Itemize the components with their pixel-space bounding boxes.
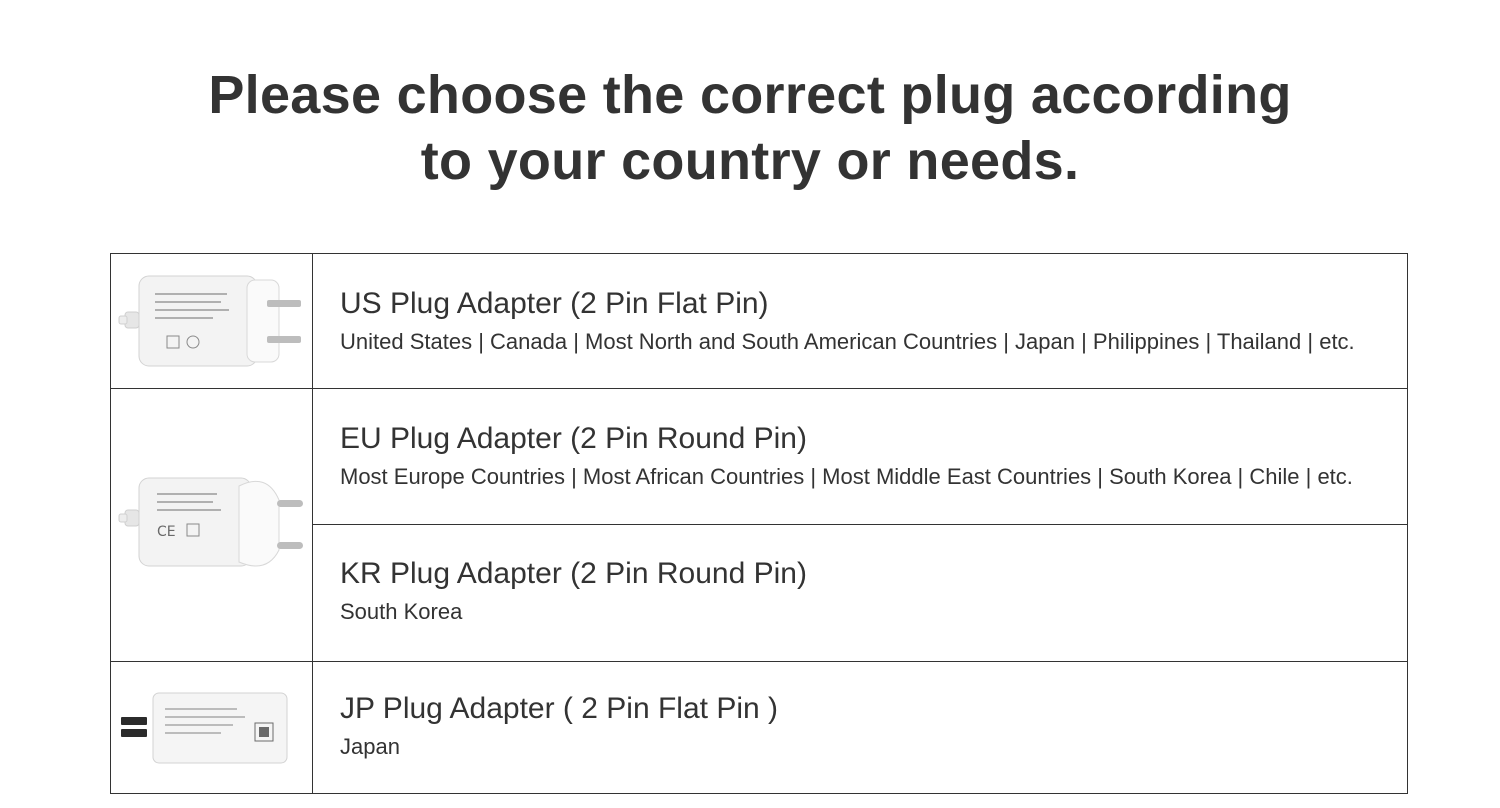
us-plug-adapter-photo — [118, 275, 301, 367]
plug-title: KR Plug Adapter (2 Pin Round Pin) — [340, 557, 807, 590]
jp-plug-adapter-photo — [120, 692, 287, 763]
plug-title: EU Plug Adapter (2 Pin Round Pin) — [340, 422, 807, 455]
svg-text:CE: CE — [157, 524, 176, 540]
plug-row-eu: EU Plug Adapter (2 Pin Round Pin) Most E… — [340, 421, 1390, 491]
plug-row-jp: JP Plug Adapter ( 2 Pin Flat Pin ) Japan — [340, 691, 1390, 761]
jp-plug-image-cell — [111, 662, 312, 793]
row-divider-2 — [312, 524, 1407, 525]
us-plug-image-cell — [111, 254, 312, 388]
eu-kr-plug-image-cell: CE — [111, 389, 312, 661]
headline-line-2: to your country or needs. — [420, 131, 1080, 191]
plug-title: JP Plug Adapter ( 2 Pin Flat Pin ) — [340, 692, 779, 725]
plug-row-us: US Plug Adapter (2 Pin Flat Pin) United … — [340, 286, 1390, 356]
headline: Please choose the correct plug according… — [0, 62, 1500, 194]
eu-kr-plug-adapter-photo: CE — [118, 477, 303, 567]
plug-table: CE US Plug Adapter (2 Pin Flat Pin) Unit… — [110, 253, 1408, 794]
plug-row-kr: KR Plug Adapter (2 Pin Round Pin) South … — [340, 556, 1390, 626]
plug-countries: United States | Canada | Most North and … — [340, 329, 1355, 354]
plug-countries: Japan — [340, 734, 400, 759]
plug-countries: Most Europe Countries | Most African Cou… — [340, 464, 1353, 489]
headline-line-1: Please choose the correct plug according — [208, 65, 1292, 125]
plug-title: US Plug Adapter (2 Pin Flat Pin) — [340, 287, 769, 320]
plug-countries: South Korea — [340, 599, 463, 624]
